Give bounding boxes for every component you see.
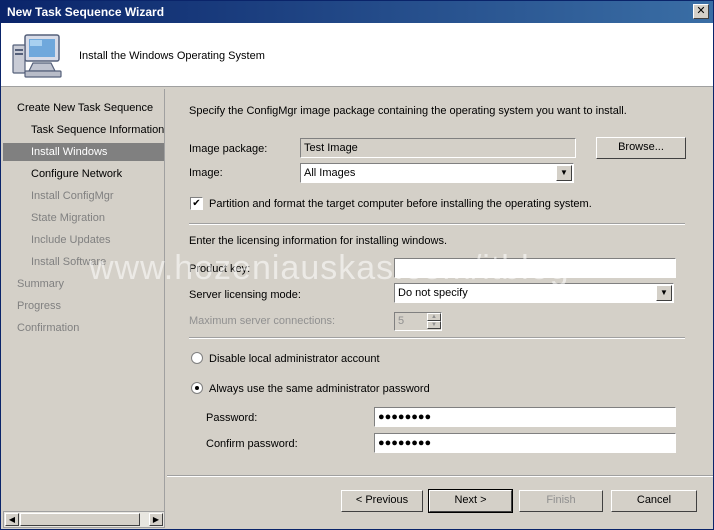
nav-item-confirmation: Confirmation xyxy=(17,322,80,334)
cancel-button[interactable]: Cancel xyxy=(611,490,697,512)
chevron-down-icon[interactable]: ▼ xyxy=(656,285,672,301)
browse-button[interactable]: Browse... xyxy=(596,137,686,159)
confirm-password-label: Confirm password: xyxy=(206,438,298,450)
wizard-window: New Task Sequence Wizard ✕ Install the W… xyxy=(0,0,714,530)
nav-item-progress: Progress xyxy=(17,300,62,312)
server-licensing-mode-label: Server licensing mode: xyxy=(189,289,301,301)
spin-down-icon: ▼ xyxy=(427,321,441,329)
computer-icon xyxy=(12,34,62,78)
footer-separator xyxy=(167,475,713,477)
image-dropdown-value: All Images xyxy=(304,167,356,179)
wizard-nav: Create New Task Sequence Task Sequence I… xyxy=(3,89,165,512)
nav-item-state-migration: State Migration xyxy=(31,212,105,224)
nav-horizontal-scrollbar[interactable]: ◀ ▶ xyxy=(3,511,165,528)
checkmark-icon: ✔ xyxy=(192,198,201,209)
nav-item-configure-network[interactable]: Configure Network xyxy=(31,165,122,183)
scroll-right-icon[interactable]: ▶ xyxy=(149,513,163,526)
nav-item-install-configmgr: Install ConfigMgr xyxy=(31,190,114,202)
nav-item-include-updates: Include Updates xyxy=(31,234,111,246)
scroll-thumb[interactable] xyxy=(20,513,140,526)
close-button[interactable]: ✕ xyxy=(693,4,709,19)
spin-up-icon: ▲ xyxy=(427,313,441,321)
partition-checkbox[interactable]: ✔ xyxy=(190,197,203,210)
max-connections-stepper: 5 ▲ ▼ xyxy=(394,312,442,331)
finish-button: Finish xyxy=(519,490,603,512)
nav-item-summary: Summary xyxy=(17,278,65,290)
licensing-heading: Enter the licensing information for inst… xyxy=(189,235,448,247)
nav-item-install-windows[interactable]: Install Windows xyxy=(3,143,164,161)
image-package-label: Image package: xyxy=(189,143,268,155)
nav-item-create-new-task-sequence[interactable]: Create New Task Sequence xyxy=(17,99,153,117)
nav-item-task-sequence-information[interactable]: Task Sequence Information xyxy=(31,121,164,139)
page-heading: Install the Windows Operating System xyxy=(79,50,265,62)
window-title: New Task Sequence Wizard xyxy=(7,5,165,19)
separator xyxy=(189,223,685,225)
password-input[interactable]: ●●●●●●●● xyxy=(374,407,676,427)
server-licensing-mode-value: Do not specify xyxy=(398,287,468,299)
image-package-field[interactable]: Test Image xyxy=(300,138,576,158)
product-key-input[interactable] xyxy=(394,258,676,278)
previous-button[interactable]: < Previous xyxy=(341,490,423,512)
product-key-label: Product key: xyxy=(189,263,251,275)
image-dropdown[interactable]: All Images ▼ xyxy=(300,163,574,183)
partition-checkbox-label: Partition and format the target computer… xyxy=(209,198,592,210)
password-label: Password: xyxy=(206,412,258,424)
next-button[interactable]: Next > xyxy=(428,489,513,513)
wizard-header: Install the Windows Operating System xyxy=(1,23,713,87)
image-label: Image: xyxy=(189,167,223,179)
scroll-left-icon[interactable]: ◀ xyxy=(5,513,19,526)
max-connections-label: Maximum server connections: xyxy=(189,315,336,327)
server-licensing-mode-dropdown[interactable]: Do not specify ▼ xyxy=(394,283,674,303)
disable-admin-label: Disable local administrator account xyxy=(209,353,380,365)
max-connections-value: 5 xyxy=(398,315,405,327)
separator xyxy=(189,337,685,339)
chevron-down-icon[interactable]: ▼ xyxy=(556,165,572,181)
disable-admin-radio[interactable] xyxy=(191,352,203,364)
same-password-label: Always use the same administrator passwo… xyxy=(209,383,430,395)
confirm-password-input[interactable]: ●●●●●●●● xyxy=(374,433,676,453)
nav-item-install-software: Install Software xyxy=(31,256,107,268)
wizard-content: Specify the ConfigMgr image package cont… xyxy=(166,89,712,474)
close-icon: ✕ xyxy=(696,5,706,17)
title-bar: New Task Sequence Wizard ✕ xyxy=(1,1,713,23)
instruction-text: Specify the ConfigMgr image package cont… xyxy=(189,105,627,117)
same-password-radio[interactable] xyxy=(191,382,203,394)
radio-selected-icon xyxy=(195,386,199,390)
